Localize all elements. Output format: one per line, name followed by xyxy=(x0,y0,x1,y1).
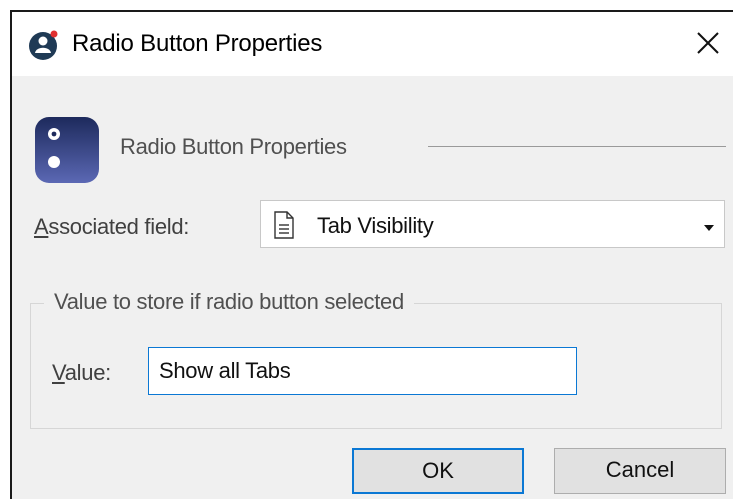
close-icon xyxy=(697,32,719,54)
user-badge-icon xyxy=(28,29,60,61)
ok-button[interactable]: OK xyxy=(352,448,524,494)
associated-field-mnemonic: A xyxy=(34,214,49,239)
window-title: Radio Button Properties xyxy=(72,30,323,57)
document-icon xyxy=(273,211,295,239)
section-header: Radio Button Properties xyxy=(120,134,347,159)
associated-field-label: Associated field: xyxy=(34,214,189,240)
value-label: Value: xyxy=(52,360,111,386)
value-mnemonic: V xyxy=(52,360,65,385)
header-divider xyxy=(428,146,726,147)
associated-field-label-text: ssociated field: xyxy=(48,214,190,239)
radio-button-properties-icon xyxy=(34,116,100,184)
associated-field-value: Tab Visibility xyxy=(317,213,434,238)
value-group-legend: Value to store if radio button selected xyxy=(44,289,414,315)
value-label-text: alue: xyxy=(64,360,112,385)
title-bar: Radio Button Properties xyxy=(12,12,733,76)
value-input[interactable] xyxy=(148,347,577,395)
associated-field-dropdown[interactable]: Tab Visibility xyxy=(260,200,725,248)
close-button[interactable] xyxy=(691,26,725,60)
dropdown-arrow-icon[interactable] xyxy=(704,220,714,231)
dialog-window: Radio Button Properties Radio Button Pro… xyxy=(10,10,733,499)
cancel-button[interactable]: Cancel xyxy=(554,448,726,494)
